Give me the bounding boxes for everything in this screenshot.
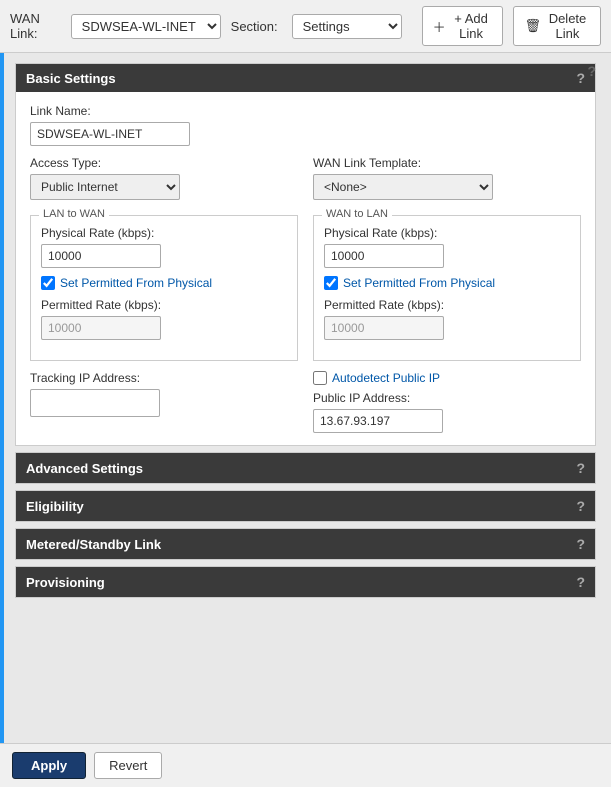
- ltw-permitted-group: Permitted Rate (kbps):: [41, 298, 287, 340]
- link-name-input[interactable]: [30, 122, 190, 146]
- basic-settings-panel: Basic Settings ? Link Name: Access Type:…: [15, 63, 596, 446]
- bandwidth-row: LAN to WAN Physical Rate (kbps): Set Per…: [30, 210, 581, 361]
- public-ip-input[interactable]: [313, 409, 443, 433]
- ltw-permitted-input[interactable]: [41, 316, 161, 340]
- wan-template-col: WAN Link Template: <None>: [313, 156, 581, 200]
- ltw-checkbox-label[interactable]: Set Permitted From Physical: [60, 276, 212, 290]
- wtl-checkbox-label[interactable]: Set Permitted From Physical: [343, 276, 495, 290]
- collapsed-header-1[interactable]: Eligibility ?: [16, 491, 595, 521]
- bottom-bar: Apply Revert: [0, 743, 611, 787]
- wtl-physical-rate-group: Physical Rate (kbps):: [324, 226, 570, 268]
- collapsed-section-1: Eligibility ?: [15, 490, 596, 522]
- wan-link-label: WAN Link:: [10, 11, 57, 41]
- plus-icon: ＋: [433, 17, 446, 36]
- collapsed-header-0[interactable]: Advanced Settings ?: [16, 453, 595, 483]
- collapsed-sections: Advanced Settings ? Eligibility ? Metere…: [15, 452, 596, 598]
- public-ip-label: Public IP Address:: [313, 391, 581, 405]
- wan-to-lan-legend: WAN to LAN: [322, 208, 392, 220]
- trash-icon: 🗑: [524, 18, 541, 34]
- collapsed-label-2: Metered/Standby Link: [26, 537, 161, 552]
- autodetect-checkbox-row: Autodetect Public IP: [313, 371, 581, 385]
- basic-settings-help[interactable]: ?: [576, 70, 585, 86]
- link-name-label: Link Name:: [30, 104, 581, 118]
- collapsed-section-2: Metered/Standby Link ?: [15, 528, 596, 560]
- collapsed-label-0: Advanced Settings: [26, 461, 143, 476]
- link-name-group: Link Name:: [30, 104, 581, 146]
- wan-link-select[interactable]: SDWSEA-WL-INET: [71, 14, 221, 39]
- tracking-col: Tracking IP Address:: [30, 371, 298, 433]
- autodetect-col: Autodetect Public IP Public IP Address:: [313, 371, 581, 433]
- lan-to-wan-section: LAN to WAN Physical Rate (kbps): Set Per…: [30, 215, 298, 361]
- access-type-col: Access Type: Public Internet: [30, 156, 298, 200]
- lan-to-wan-legend: LAN to WAN: [39, 208, 109, 220]
- delete-link-button[interactable]: 🗑 Delete Link: [513, 6, 601, 46]
- revert-button[interactable]: Revert: [94, 752, 162, 779]
- ltw-physical-rate-label: Physical Rate (kbps):: [41, 226, 287, 240]
- collapsed-label-3: Provisioning: [26, 575, 105, 590]
- collapsed-help-0[interactable]: ?: [576, 460, 585, 476]
- wan-to-lan-col: WAN to LAN Physical Rate (kbps): Set Per…: [313, 210, 581, 361]
- main-content: ? Basic Settings ? Link Name: Access Typ…: [0, 53, 611, 743]
- wtl-physical-rate-label: Physical Rate (kbps):: [324, 226, 570, 240]
- tracking-autodetect-row: Tracking IP Address: Autodetect Public I…: [30, 371, 581, 433]
- collapsed-help-3[interactable]: ?: [576, 574, 585, 590]
- lan-to-wan-col: LAN to WAN Physical Rate (kbps): Set Per…: [30, 210, 298, 361]
- wtl-permitted-group: Permitted Rate (kbps):: [324, 298, 570, 340]
- collapsed-help-2[interactable]: ?: [576, 536, 585, 552]
- access-type-select[interactable]: Public Internet: [30, 174, 180, 200]
- add-link-button[interactable]: ＋ + Add Link: [422, 6, 504, 46]
- wtl-permitted-label: Permitted Rate (kbps):: [324, 298, 570, 312]
- ltw-physical-rate-input[interactable]: [41, 244, 161, 268]
- ltw-physical-rate-group: Physical Rate (kbps):: [41, 226, 287, 268]
- wan-to-lan-section: WAN to LAN Physical Rate (kbps): Set Per…: [313, 215, 581, 361]
- ltw-permitted-label: Permitted Rate (kbps):: [41, 298, 287, 312]
- section-label: Section:: [231, 19, 278, 34]
- access-type-label: Access Type:: [30, 156, 298, 170]
- apply-button[interactable]: Apply: [12, 752, 86, 779]
- collapsed-header-2[interactable]: Metered/Standby Link ?: [16, 529, 595, 559]
- collapsed-section-0: Advanced Settings ?: [15, 452, 596, 484]
- ltw-permitted-checkbox[interactable]: [41, 276, 55, 290]
- help-icon-top[interactable]: ?: [587, 63, 596, 79]
- collapsed-help-1[interactable]: ?: [576, 498, 585, 514]
- basic-settings-body: Link Name: Access Type: Public Internet …: [16, 92, 595, 445]
- autodetect-checkbox[interactable]: [313, 371, 327, 385]
- wtl-permitted-input[interactable]: [324, 316, 444, 340]
- wan-template-label: WAN Link Template:: [313, 156, 581, 170]
- left-accent: [0, 53, 4, 743]
- tracking-ip-label: Tracking IP Address:: [30, 371, 298, 385]
- wan-template-select[interactable]: <None>: [313, 174, 493, 200]
- wtl-checkbox-row: Set Permitted From Physical: [324, 276, 570, 290]
- tracking-ip-input[interactable]: [30, 389, 160, 417]
- section-select[interactable]: Settings: [292, 14, 402, 39]
- collapsed-label-1: Eligibility: [26, 499, 84, 514]
- wtl-permitted-checkbox[interactable]: [324, 276, 338, 290]
- access-template-row: Access Type: Public Internet WAN Link Te…: [30, 156, 581, 200]
- autodetect-label[interactable]: Autodetect Public IP: [332, 371, 440, 385]
- basic-settings-header[interactable]: Basic Settings ?: [16, 64, 595, 92]
- collapsed-header-3[interactable]: Provisioning ?: [16, 567, 595, 597]
- wtl-physical-rate-input[interactable]: [324, 244, 444, 268]
- ltw-checkbox-row: Set Permitted From Physical: [41, 276, 287, 290]
- collapsed-section-3: Provisioning ?: [15, 566, 596, 598]
- top-bar: WAN Link: SDWSEA-WL-INET Section: Settin…: [0, 0, 611, 53]
